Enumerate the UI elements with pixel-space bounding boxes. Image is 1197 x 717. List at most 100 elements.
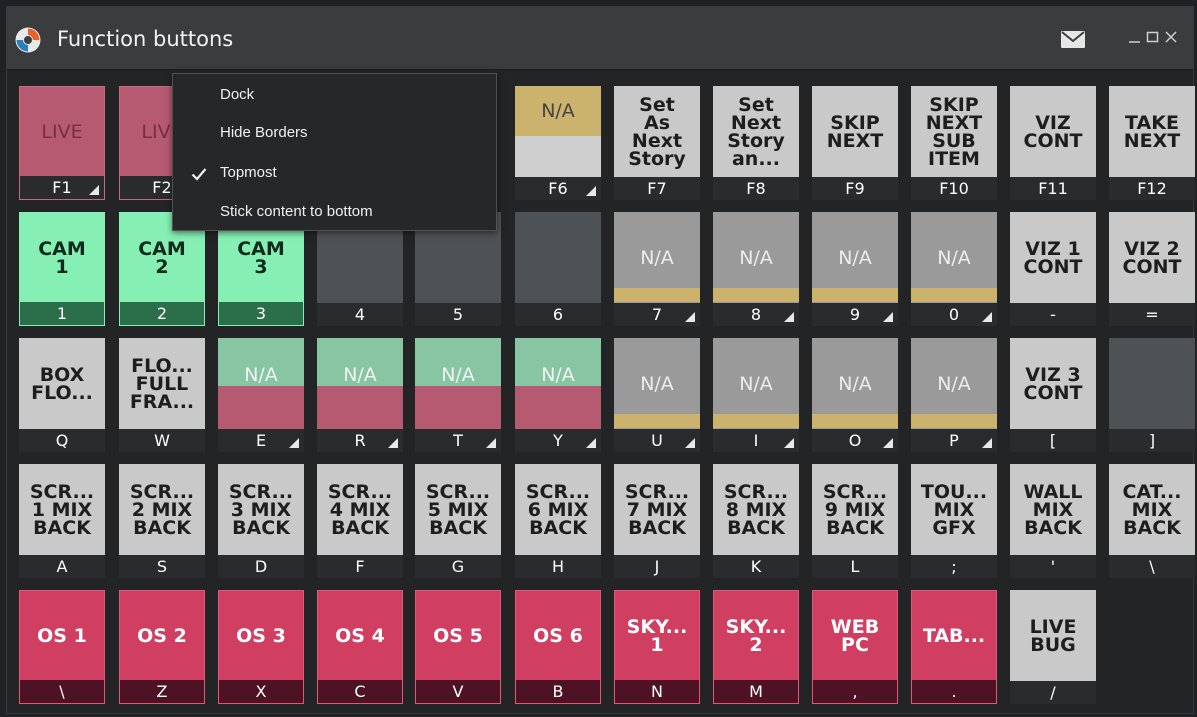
resize-corner-icon [89, 185, 99, 195]
function-button-4-3[interactable]: OS 4 C [317, 590, 403, 704]
shortcut-key-label: V [416, 680, 500, 703]
function-button-1-7[interactable]: N/A 8 [713, 212, 799, 326]
shortcut-key-label: \ [20, 680, 104, 703]
function-button-1-8[interactable]: N/A 9 [812, 212, 898, 326]
function-button-1-5[interactable]: 6 [515, 212, 601, 326]
menu-item-hide-borders[interactable]: Hide Borders [173, 116, 496, 150]
button-label: SCR... 8 MIX BACK [723, 480, 789, 539]
title-bar: Function buttons [7, 7, 1193, 70]
button-label: N/A [541, 100, 575, 122]
function-button-4-6[interactable]: SKY... 1 N [614, 590, 700, 704]
button-label: N/A [343, 364, 377, 386]
function-button-3-8[interactable]: SCR... 9 MIX BACK L [812, 464, 898, 578]
function-button-2-3[interactable]: N/A R [317, 338, 403, 452]
shortcut-key-label: F8 [713, 177, 799, 200]
button-label: N/A [739, 246, 773, 269]
function-button-0-11[interactable]: TAKE NEXT F12 [1109, 86, 1195, 200]
button-label: LIVE BUG [1029, 615, 1077, 656]
function-button-3-2[interactable]: SCR... 3 MIX BACK D [218, 464, 304, 578]
maximize-icon[interactable] [1145, 29, 1161, 45]
function-button-1-11[interactable]: VIZ 2 CONT = [1109, 212, 1195, 326]
function-button-3-11[interactable]: CAT... MIX BACK \ [1109, 464, 1195, 578]
function-button-2-1[interactable]: FLO... FULL FRA... W [119, 338, 205, 452]
function-button-4-1[interactable]: OS 2 Z [119, 590, 205, 704]
resize-corner-icon [982, 438, 992, 448]
button-label: WEB PC [830, 615, 880, 656]
function-button-2-5[interactable]: N/A Y [515, 338, 601, 452]
function-button-4-4[interactable]: OS 5 V [415, 590, 501, 704]
button-label: SKIP NEXT [826, 111, 884, 152]
shortcut-key-label: X [219, 680, 303, 703]
shortcut-key-label: K [713, 555, 799, 578]
menu-item-topmost[interactable]: Topmost [173, 156, 496, 190]
function-button-1-10[interactable]: VIZ 1 CONT - [1010, 212, 1096, 326]
button-label: SCR... 1 MIX BACK [29, 480, 95, 539]
function-button-3-4[interactable]: SCR... 5 MIX BACK G [415, 464, 501, 578]
function-button-0-7[interactable]: Set Next Story an... F8 [713, 86, 799, 200]
function-button-3-1[interactable]: SCR... 2 MIX BACK S [119, 464, 205, 578]
function-button-2-11[interactable]: ] [1109, 338, 1195, 452]
function-button-3-0[interactable]: SCR... 1 MIX BACK A [19, 464, 105, 578]
function-button-4-8[interactable]: WEB PC, [812, 590, 898, 704]
close-icon[interactable] [1163, 29, 1179, 45]
function-button-3-5[interactable]: SCR... 6 MIX BACK H [515, 464, 601, 578]
button-label: N/A [640, 372, 674, 395]
shortcut-key-label: B [516, 680, 600, 703]
function-button-0-5[interactable]: N/A F6 [515, 86, 601, 200]
menu-item-stick-content-to-bottom[interactable]: Stick content to bottom [173, 195, 496, 229]
shortcut-key-label: G [415, 555, 501, 578]
function-button-3-9[interactable]: TOU... MIX GFX; [911, 464, 997, 578]
button-label: SCR... 5 MIX BACK [425, 480, 491, 539]
function-button-4-0[interactable]: OS 1 \ [19, 590, 105, 704]
function-button-2-10[interactable]: VIZ 3 CONT [ [1010, 338, 1096, 452]
button-label [1109, 338, 1195, 429]
function-button-3-6[interactable]: SCR... 7 MIX BACK J [614, 464, 700, 578]
function-button-3-10[interactable]: WALL MIX BACK ' [1010, 464, 1096, 578]
button-label: SCR... 4 MIX BACK [327, 480, 393, 539]
function-button-0-6[interactable]: Set As Next Story F7 [614, 86, 700, 200]
function-button-2-4[interactable]: N/A T [415, 338, 501, 452]
function-button-4-10[interactable]: LIVE BUG / [1010, 590, 1096, 704]
shortcut-key-label: L [812, 555, 898, 578]
menu-item-dock[interactable]: Dock [173, 78, 496, 112]
checkmark-icon [191, 168, 207, 181]
function-button-2-2[interactable]: N/A E [218, 338, 304, 452]
button-label: BOX FLO... [31, 363, 93, 404]
shortcut-key-label: = [1109, 303, 1195, 326]
function-button-0-8[interactable]: SKIP NEXT F9 [812, 86, 898, 200]
resize-corner-icon [388, 438, 398, 448]
function-button-4-5[interactable]: OS 6 B [515, 590, 601, 704]
function-button-2-7[interactable]: N/A I [713, 338, 799, 452]
function-button-1-6[interactable]: N/A 7 [614, 212, 700, 326]
function-button-2-8[interactable]: N/A O [812, 338, 898, 452]
function-button-4-7[interactable]: SKY... 2 M [713, 590, 799, 704]
mail-icon[interactable] [1061, 31, 1085, 48]
shortcut-key-label: ; [911, 555, 997, 578]
resize-corner-icon [486, 438, 496, 448]
shortcut-key-label: ] [1109, 429, 1195, 452]
button-label: N/A [937, 246, 971, 269]
resize-corner-icon [883, 438, 893, 448]
menu-item-label: Topmost [220, 164, 277, 181]
function-button-1-0[interactable]: CAM 1 1 [19, 212, 105, 326]
function-button-2-0[interactable]: BOX FLO... Q [19, 338, 105, 452]
function-button-2-9[interactable]: N/A P [911, 338, 997, 452]
function-button-0-0[interactable]: LIVE F1 [19, 86, 105, 200]
shortcut-key-label: Q [19, 429, 105, 452]
function-button-0-9[interactable]: SKIP NEXT SUB ITEM F10 [911, 86, 997, 200]
shortcut-key-label: 4 [317, 303, 403, 326]
function-button-4-9[interactable]: TAB.... [911, 590, 997, 704]
function-button-0-10[interactable]: VIZ CONT F11 [1010, 86, 1096, 200]
function-button-4-2[interactable]: OS 3 X [218, 590, 304, 704]
minimize-icon[interactable] [1127, 29, 1143, 45]
button-label: SCR... 9 MIX BACK [822, 480, 888, 539]
shortcut-key-label: 6 [515, 303, 601, 326]
function-button-3-3[interactable]: SCR... 4 MIX BACK F [317, 464, 403, 578]
button-label: OS 3 [236, 624, 286, 647]
function-button-3-7[interactable]: SCR... 8 MIX BACK K [713, 464, 799, 578]
function-button-2-6[interactable]: N/A U [614, 338, 700, 452]
shortcut-key-label: W [119, 429, 205, 452]
button-label: SKY... 1 [626, 615, 688, 656]
button-label: OS 5 [433, 624, 483, 647]
function-button-1-9[interactable]: N/A 0 [911, 212, 997, 326]
